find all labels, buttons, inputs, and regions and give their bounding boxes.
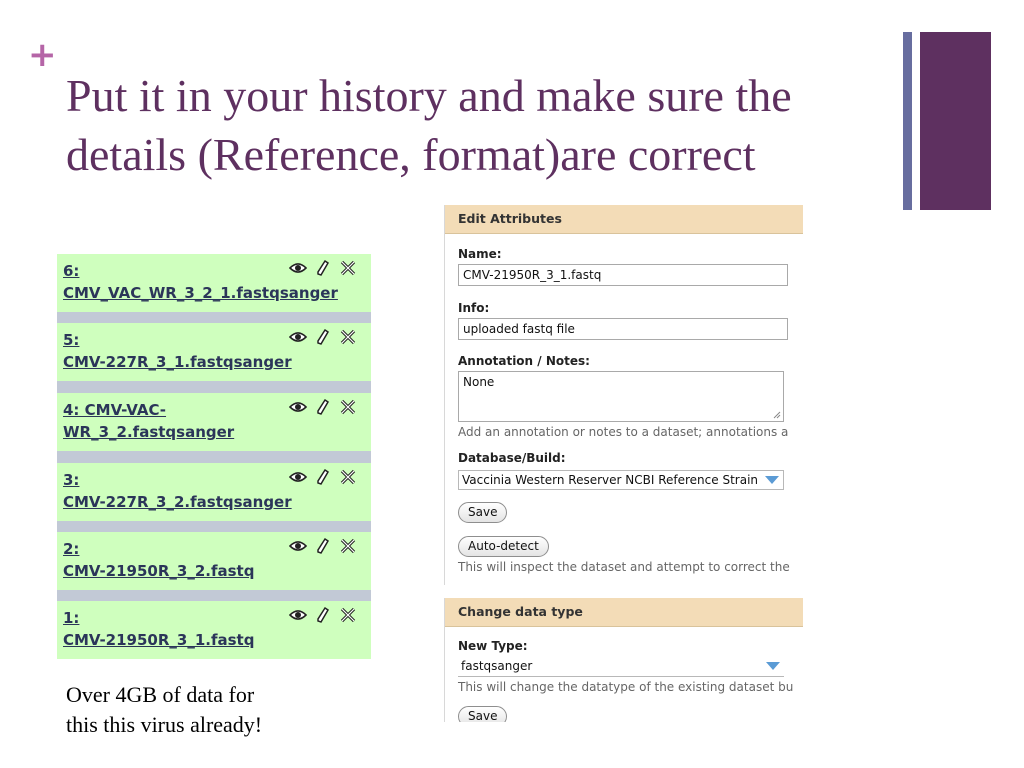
- new-type-label: New Type:: [458, 639, 528, 653]
- eye-icon[interactable]: [288, 606, 308, 624]
- history-item-link[interactable]: 2: CMV-21950R_3_2.fastq: [63, 538, 293, 582]
- name-input[interactable]: CMV-21950R_3_1.fastq: [458, 264, 788, 286]
- pencil-icon[interactable]: [314, 259, 332, 277]
- decorative-bar-thick: [920, 32, 991, 210]
- pencil-icon[interactable]: [314, 328, 332, 346]
- auto-detect-help-text: This will inspect the dataset and attemp…: [458, 560, 790, 574]
- history-item[interactable]: 3: CMV-227R_3_2.fastqsanger: [57, 463, 371, 521]
- change-data-type-panel: Change data type New Type: fastqsanger T…: [444, 598, 803, 722]
- dropdown-arrow-icon: [765, 476, 779, 484]
- database-select[interactable]: Vaccinia Western Reserver NCBI Reference…: [458, 470, 784, 490]
- history-item-link[interactable]: 1: CMV-21950R_3_1.fastq: [63, 607, 293, 651]
- new-type-select[interactable]: fastqsanger: [458, 657, 784, 677]
- history-item-link[interactable]: 5: CMV-227R_3_1.fastqsanger: [63, 329, 293, 373]
- history-panel: 6: CMV_VAC_WR_3_2_1.fastqsanger 5: CMV-227…: [57, 254, 371, 659]
- eye-icon[interactable]: [288, 468, 308, 486]
- change-type-save-button[interactable]: Save: [458, 706, 508, 722]
- history-item-link[interactable]: 6: CMV_VAC_WR_3_2_1.fastqsanger: [63, 260, 338, 304]
- eye-icon[interactable]: [288, 259, 308, 277]
- history-item[interactable]: 4: CMV-VAC- WR_3_2.fastqsanger: [57, 393, 371, 451]
- history-item[interactable]: 1: CMV-21950R_3_1.fastq: [57, 601, 371, 659]
- auto-detect-button[interactable]: Auto-detect: [458, 536, 549, 557]
- annotation-help-text: Add an annotation or notes to a dataset;…: [458, 425, 789, 439]
- note-line-2: this this virus already!: [66, 712, 263, 737]
- decorative-bar-thin: [903, 32, 912, 210]
- delete-x-icon[interactable]: [339, 328, 357, 346]
- delete-x-icon[interactable]: [339, 398, 357, 416]
- note-line-1: Over 4GB of data for: [66, 682, 255, 707]
- eye-icon[interactable]: [288, 537, 308, 555]
- slide-title: Put it in your history and make sure the…: [66, 70, 792, 180]
- delete-x-icon[interactable]: [339, 259, 357, 277]
- info-label: Info:: [458, 301, 490, 315]
- annotation-textarea[interactable]: None: [458, 371, 784, 422]
- eye-icon[interactable]: [288, 398, 308, 416]
- dropdown-arrow-icon: [766, 662, 780, 670]
- history-item-link[interactable]: 3: CMV-227R_3_2.fastqsanger: [63, 469, 293, 513]
- eye-icon[interactable]: [288, 328, 308, 346]
- edit-attributes-panel: Edit Attributes Name: CMV-21950R_3_1.fas…: [444, 205, 803, 585]
- database-label: Database/Build:: [458, 451, 566, 465]
- save-button[interactable]: Save: [458, 502, 508, 523]
- delete-x-icon[interactable]: [339, 606, 357, 624]
- history-item[interactable]: 5: CMV-227R_3_1.fastqsanger: [57, 323, 371, 381]
- resize-handle-icon[interactable]: [772, 410, 781, 419]
- history-item[interactable]: 2: CMV-21950R_3_2.fastq: [57, 532, 371, 590]
- history-item[interactable]: 6: CMV_VAC_WR_3_2_1.fastqsanger: [57, 254, 371, 312]
- pencil-icon[interactable]: [314, 468, 332, 486]
- plus-bullet: +: [28, 35, 57, 75]
- change-data-type-title: Change data type: [445, 598, 803, 627]
- annotation-label: Annotation / Notes:: [458, 354, 590, 368]
- history-item-link[interactable]: 4: CMV-VAC- WR_3_2.fastqsanger: [63, 399, 293, 443]
- name-label: Name:: [458, 247, 502, 261]
- annotation-text: None: [463, 375, 495, 389]
- pencil-icon[interactable]: [314, 537, 332, 555]
- new-type-select-value: fastqsanger: [461, 659, 533, 673]
- edit-attributes-title: Edit Attributes: [445, 205, 803, 234]
- info-input[interactable]: uploaded fastq file: [458, 318, 788, 340]
- change-type-help-text: This will change the datatype of the exi…: [458, 680, 794, 694]
- database-select-value: Vaccinia Western Reserver NCBI Reference…: [462, 473, 759, 487]
- data-size-note: Over 4GB of data for this this virus alr…: [66, 680, 366, 740]
- delete-x-icon[interactable]: [339, 537, 357, 555]
- pencil-icon[interactable]: [314, 606, 332, 624]
- pencil-icon[interactable]: [314, 398, 332, 416]
- delete-x-icon[interactable]: [339, 468, 357, 486]
